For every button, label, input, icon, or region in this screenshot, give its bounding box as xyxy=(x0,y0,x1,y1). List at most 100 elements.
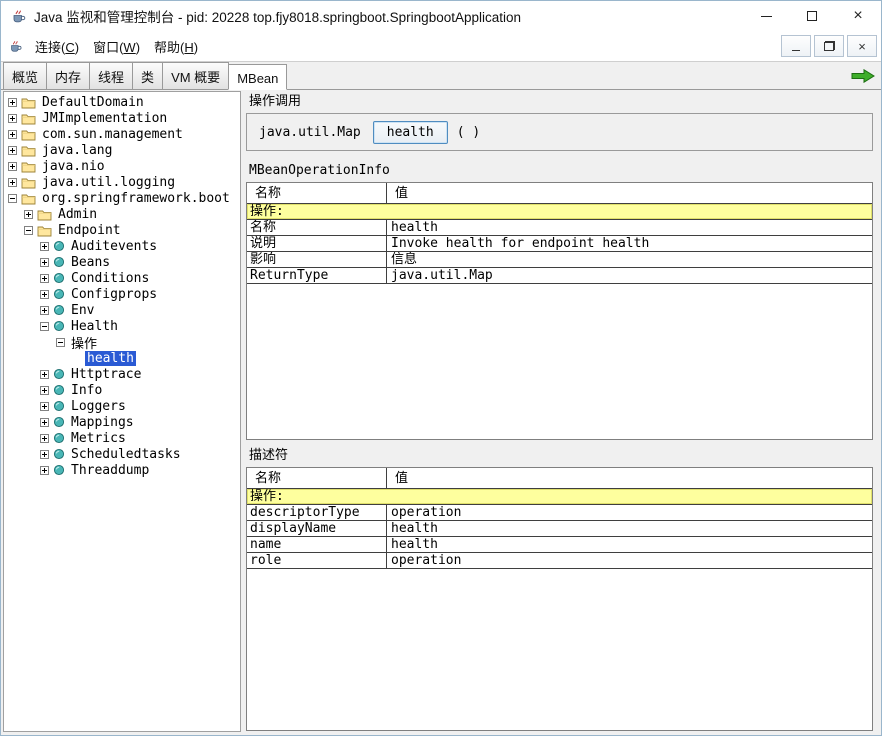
expand-icon[interactable] xyxy=(8,130,17,139)
expand-icon[interactable] xyxy=(24,210,33,219)
expand-icon[interactable] xyxy=(40,242,49,251)
column-header-value[interactable]: 值 xyxy=(387,468,872,488)
health-invoke-button[interactable]: health xyxy=(373,121,448,144)
descriptor-table: 名称值操作:descriptorTypeoperationdisplayName… xyxy=(246,467,873,731)
minimize-icon[interactable] xyxy=(743,1,789,31)
operation-info-table: 名称值操作:名称health说明Invoke health for endpoi… xyxy=(246,182,873,440)
column-header-value[interactable]: 值 xyxy=(387,183,872,203)
tree-item-label: Httptrace xyxy=(69,367,143,382)
tree-item-mappings[interactable]: Mappings xyxy=(4,414,240,430)
tab-内存[interactable]: 内存 xyxy=(46,62,90,89)
table-row[interactable]: ReturnTypejava.util.Map xyxy=(247,268,872,284)
row-name: 名称 xyxy=(247,220,387,235)
tab-mbean[interactable]: MBean xyxy=(228,64,287,90)
internal-minimize-icon[interactable] xyxy=(781,35,811,57)
menu-c[interactable]: 连接(C) xyxy=(28,34,86,59)
expand-icon[interactable] xyxy=(8,146,17,155)
tree-item-auditevents[interactable]: Auditevents xyxy=(4,238,240,254)
category-row[interactable]: 操作: xyxy=(247,204,872,220)
expand-icon[interactable] xyxy=(40,450,49,459)
close-icon[interactable]: × xyxy=(835,1,881,31)
internal-frame-controls: × xyxy=(781,35,877,57)
expand-icon[interactable] xyxy=(40,434,49,443)
tab-概览[interactable]: 概览 xyxy=(3,62,47,89)
tree-item-com.sun.management[interactable]: com.sun.management xyxy=(4,126,240,142)
tree-item-scheduledtasks[interactable]: Scheduledtasks xyxy=(4,446,240,462)
tree-item-label: Env xyxy=(69,303,96,318)
tree-item-defaultdomain[interactable]: DefaultDomain xyxy=(4,94,240,110)
expand-icon[interactable] xyxy=(8,178,17,187)
mbean-detail-panel: 操作调用 java.util.Map health ( ) MBeanOpera… xyxy=(246,91,879,732)
expand-icon[interactable] xyxy=(40,370,49,379)
tree-item-label: Configprops xyxy=(69,287,159,302)
tree-item-label: Beans xyxy=(69,255,112,270)
expand-icon[interactable] xyxy=(40,274,49,283)
table-row[interactable]: namehealth xyxy=(247,537,872,553)
tree-item-jmimplementation[interactable]: JMImplementation xyxy=(4,110,240,126)
expand-icon[interactable] xyxy=(40,290,49,299)
mbean-icon xyxy=(53,256,65,268)
collapse-icon[interactable] xyxy=(24,226,33,235)
table-row[interactable]: roleoperation xyxy=(247,553,872,569)
expand-icon[interactable] xyxy=(40,386,49,395)
expand-icon[interactable] xyxy=(8,114,17,123)
tree-item-java.nio[interactable]: java.nio xyxy=(4,158,240,174)
expand-icon[interactable] xyxy=(40,258,49,267)
table-row[interactable]: 影响信息 xyxy=(247,252,872,268)
table-row[interactable]: descriptorTypeoperation xyxy=(247,505,872,521)
category-row[interactable]: 操作: xyxy=(247,489,872,505)
row-value xyxy=(387,204,872,219)
operation-invoke-title: 操作调用 xyxy=(249,94,873,110)
tree-item-操作[interactable]: 操作 xyxy=(4,334,240,350)
tree-item-java.lang[interactable]: java.lang xyxy=(4,142,240,158)
menubar: 连接(C)窗口(W)帮助(H) × xyxy=(1,31,881,62)
tree-item-loggers[interactable]: Loggers xyxy=(4,398,240,414)
row-name: role xyxy=(247,553,387,568)
tree-item-admin[interactable]: Admin xyxy=(4,206,240,222)
folder-icon xyxy=(21,144,36,157)
tree-item-info[interactable]: Info xyxy=(4,382,240,398)
collapse-icon[interactable] xyxy=(8,194,17,203)
maximize-icon[interactable] xyxy=(789,1,835,31)
menu-h[interactable]: 帮助(H) xyxy=(147,34,205,59)
menu-w[interactable]: 窗口(W) xyxy=(86,34,147,59)
tab-类[interactable]: 类 xyxy=(132,62,163,89)
collapse-icon[interactable] xyxy=(40,322,49,331)
tree-item-env[interactable]: Env xyxy=(4,302,240,318)
table-header-row: 名称值 xyxy=(247,183,872,204)
tree-item-metrics[interactable]: Metrics xyxy=(4,430,240,446)
row-name: displayName xyxy=(247,521,387,536)
tab-vm-概要[interactable]: VM 概要 xyxy=(162,62,229,89)
tab-线程[interactable]: 线程 xyxy=(89,62,133,89)
tree-item-health[interactable]: Health xyxy=(4,318,240,334)
tree-item-java.util.logging[interactable]: java.util.logging xyxy=(4,174,240,190)
tree-item-label: Conditions xyxy=(69,271,151,286)
expand-icon[interactable] xyxy=(40,306,49,315)
table-row[interactable]: 说明Invoke health for endpoint health xyxy=(247,236,872,252)
tree-item-conditions[interactable]: Conditions xyxy=(4,270,240,286)
tree-item-beans[interactable]: Beans xyxy=(4,254,240,270)
tree-item-httptrace[interactable]: Httptrace xyxy=(4,366,240,382)
tree-item-endpoint[interactable]: Endpoint xyxy=(4,222,240,238)
tree-item-threaddump[interactable]: Threaddump xyxy=(4,462,240,478)
content-area: DefaultDomainJMImplementationcom.sun.man… xyxy=(1,90,881,735)
tree-item-health[interactable]: health xyxy=(4,350,240,366)
tree-item-label: Health xyxy=(69,319,120,334)
tree-item-configprops[interactable]: Configprops xyxy=(4,286,240,302)
expand-icon[interactable] xyxy=(40,418,49,427)
column-header-name[interactable]: 名称 xyxy=(247,468,387,488)
internal-close-icon[interactable]: × xyxy=(847,35,877,57)
table-row[interactable]: 名称health xyxy=(247,220,872,236)
expand-icon[interactable] xyxy=(40,466,49,475)
expand-icon[interactable] xyxy=(40,402,49,411)
collapse-icon[interactable] xyxy=(56,338,65,347)
expand-icon[interactable] xyxy=(8,98,17,107)
row-name: 操作: xyxy=(247,204,387,219)
internal-restore-icon[interactable] xyxy=(814,35,844,57)
table-header-row: 名称值 xyxy=(247,468,872,489)
expand-icon[interactable] xyxy=(8,162,17,171)
tree-item-org.springframework.boot[interactable]: org.springframework.boot xyxy=(4,190,240,206)
row-value: Invoke health for endpoint health xyxy=(387,236,872,251)
table-row[interactable]: displayNamehealth xyxy=(247,521,872,537)
column-header-name[interactable]: 名称 xyxy=(247,183,387,203)
